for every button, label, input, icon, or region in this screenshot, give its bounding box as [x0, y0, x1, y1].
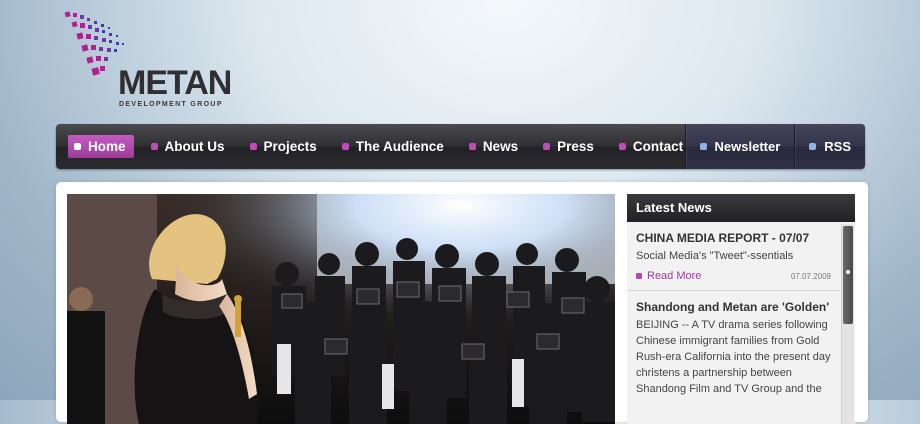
nav-item-news[interactable]: News [463, 135, 526, 158]
news-item: CHINA MEDIA REPORT - 07/07 Social Media'… [627, 222, 840, 291]
latest-news-heading: Latest News [627, 194, 855, 222]
news-item: Shandong and Metan are 'Golden' BEIJING … [627, 291, 840, 405]
news-date: 07.07.2009 [790, 271, 831, 281]
nav-item-the-audience[interactable]: The Audience [336, 135, 452, 158]
nav-label: Newsletter [714, 139, 781, 154]
rss-button[interactable]: RSS [794, 124, 865, 169]
grip-icon [846, 270, 850, 274]
nav-label: Home [88, 139, 126, 154]
bullet-icon [699, 143, 707, 150]
content-panel: Latest News CHINA MEDIA REPORT - 07/07 S… [56, 182, 868, 424]
nav-item-contact[interactable]: Contact [613, 135, 691, 158]
read-more-label: Read More [647, 270, 702, 282]
latest-news-panel: Latest News CHINA MEDIA REPORT - 07/07 S… [627, 194, 855, 424]
bullet-icon [341, 143, 349, 150]
nav-primary: Home About Us Projects The Audience News… [68, 135, 702, 158]
nav-label: The Audience [355, 139, 444, 154]
bullet-icon [618, 143, 626, 150]
read-more-link[interactable]: Read More [636, 270, 701, 282]
nav-label: RSS [824, 139, 851, 154]
nav-item-about-us[interactable]: About Us [145, 135, 233, 158]
news-title[interactable]: CHINA MEDIA REPORT - 07/07 [636, 231, 831, 245]
brand-tagline: DEVELOPMENT GROUP [119, 101, 223, 108]
news-summary: Social Media's "Tweet"-ssentials [636, 250, 794, 262]
newsletter-button[interactable]: Newsletter [684, 124, 795, 169]
bullet-icon [636, 273, 642, 279]
scrollbar-thumb[interactable] [843, 226, 853, 324]
news-scrollbar[interactable] [841, 224, 854, 424]
hero-photo-icon [67, 194, 615, 424]
news-title[interactable]: Shandong and Metan are 'Golden' [636, 300, 831, 314]
nav-item-home[interactable]: Home [68, 135, 134, 158]
nav-label: About Us [164, 139, 225, 154]
news-list: CHINA MEDIA REPORT - 07/07 Social Media'… [627, 222, 840, 424]
news-footer: Read More 07.07.2009 [636, 270, 831, 282]
nav-label: Projects [263, 139, 317, 154]
nav-label: Press [557, 139, 594, 154]
nav-secondary: Newsletter RSS [684, 124, 865, 169]
main-nav: Home About Us Projects The Audience News… [56, 124, 865, 169]
news-summary: BEIJING -- A TV drama series following C… [636, 319, 831, 395]
bullet-icon [249, 143, 257, 150]
bullet-icon [74, 143, 81, 150]
nav-item-projects[interactable]: Projects [244, 135, 325, 158]
bullet-icon [809, 143, 817, 150]
site-logo[interactable]: METAN DEVELOPMENT GROUP [62, 10, 242, 110]
hero-image[interactable] [67, 194, 615, 424]
bullet-icon [150, 143, 158, 150]
nav-item-press[interactable]: Press [537, 135, 602, 158]
bullet-icon [468, 143, 476, 150]
nav-label: Contact [632, 139, 684, 154]
nav-label: News [482, 139, 519, 154]
brand-name: METAN [118, 64, 232, 102]
bullet-icon [543, 143, 551, 150]
